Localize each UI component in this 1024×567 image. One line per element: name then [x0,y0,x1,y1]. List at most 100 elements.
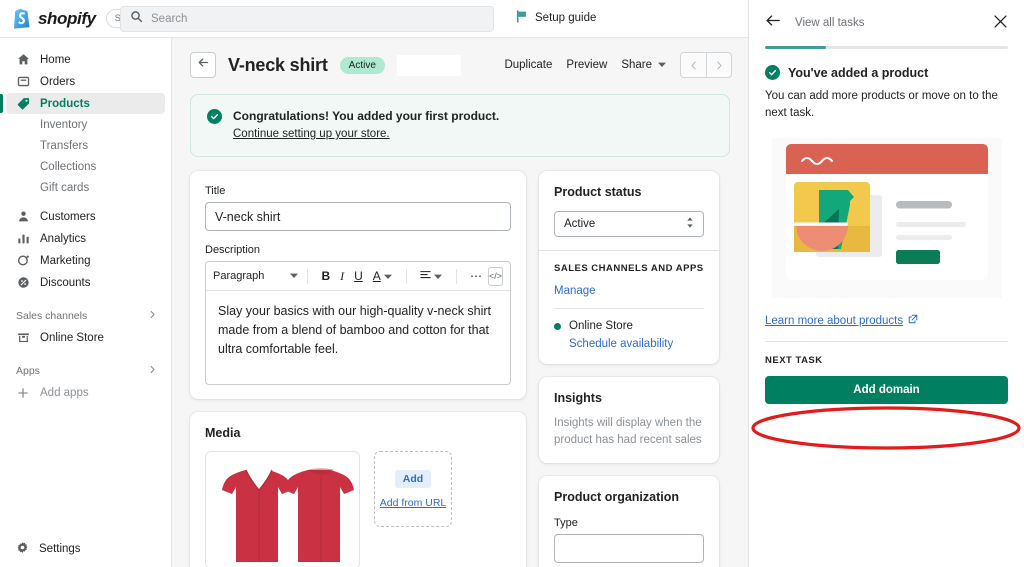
home-icon [16,53,30,67]
block-format-select[interactable]: Paragraph [213,270,298,282]
product-status-card: Product status Active SALES CHANNELS AND… [539,171,719,364]
card-divider [539,250,719,251]
sidebar-item-settings[interactable]: Settings [0,541,171,557]
share-button[interactable]: Share [621,59,666,71]
sidebar-settings-label: Settings [39,543,81,555]
arrow-left-icon [197,56,210,74]
italic-button[interactable]: I [335,269,349,284]
sidebar-section-label: Sales channels [16,310,87,322]
media-title: Media [205,426,511,440]
sidebar-item-label: Products [40,98,90,110]
check-circle-icon [765,65,780,80]
main-content: V-neck shirt Active Duplicate Preview Sh… [172,38,748,567]
search-placeholder: Search [151,13,187,25]
sidebar-item-customers[interactable]: Customers [6,206,165,227]
shopify-wordmark: shopify [38,9,96,29]
text-color-letter: A [373,269,381,283]
add-domain-button[interactable]: Add domain [765,376,1008,404]
sidebar-item-collections[interactable]: Collections [6,157,165,177]
status-badge: Active [340,57,385,74]
add-from-url-link[interactable]: Add from URL [380,497,447,509]
bold-button[interactable]: B [316,269,335,283]
sidebar-item-products[interactable]: Products [6,93,165,114]
pager-prev-button[interactable] [681,53,706,77]
underline-button[interactable]: U [349,269,368,283]
align-button[interactable] [415,269,447,283]
tag-icon [16,97,30,111]
sidebar-item-analytics[interactable]: Analytics [6,228,165,249]
record-pager [680,52,732,78]
view-all-tasks-link[interactable]: View all tasks [795,17,864,29]
sidebar-item-transfers[interactable]: Transfers [6,136,165,156]
shopify-logo[interactable]: shopify [0,8,96,29]
task-description: You can add more products or move on to … [765,88,1008,122]
sidebar-item-online-store[interactable]: Online Store [6,327,165,348]
search-input[interactable]: Search [120,6,494,32]
title-input[interactable]: V-neck shirt [205,202,511,231]
right-column: Product status Active SALES CHANNELS AND… [539,171,719,567]
sidebar-item-discounts[interactable]: Discounts [6,272,165,293]
channels-divider [554,308,704,309]
duplicate-button[interactable]: Duplicate [504,59,552,71]
align-left-icon [420,269,431,283]
description-field-label: Description [205,244,511,256]
product-details-card: Title V-neck shirt Description Paragraph [190,171,526,399]
sidebar-section-sales-channels[interactable]: Sales channels [6,307,165,325]
sidebar-item-label: Online Store [40,332,104,344]
next-task-label: NEXT TASK [765,355,1008,366]
add-media-button[interactable]: Add [395,470,431,488]
page-header: V-neck shirt Active Duplicate Preview Sh… [172,38,748,78]
back-button[interactable] [190,52,216,78]
sales-channels-heading: SALES CHANNELS AND APPS [554,263,704,274]
panel-divider [765,341,1008,342]
learn-more-link[interactable]: Learn more about products [765,314,1008,327]
channel-name: Online Store [569,320,633,332]
schedule-availability-link[interactable]: Schedule availability [569,338,704,350]
sidebar-item-inventory[interactable]: Inventory [6,115,165,135]
media-dropzone[interactable]: Add Add from URL [374,451,452,527]
channel-row: Online Store [554,320,704,332]
chevron-right-icon [148,365,157,377]
sidebar-item-gift-cards[interactable]: Gift cards [6,178,165,198]
left-column: Title V-neck shirt Description Paragraph [190,171,526,567]
gear-icon [16,541,29,557]
task-panel-body: You've added a product You can add more … [749,49,1024,404]
pager-next-button[interactable] [706,53,731,77]
bar-chart-icon [16,232,30,246]
sidebar-section-apps[interactable]: Apps [6,362,165,380]
sidebar-item-home[interactable]: Home [6,49,165,70]
code-icon[interactable]: </> [488,267,503,286]
type-input[interactable] [554,534,704,563]
close-icon[interactable] [993,14,1008,33]
arrow-left-icon[interactable] [765,13,781,33]
setup-guide-label: Setup guide [535,12,596,24]
top-bar: shopify Summe Search Setup guide [0,0,748,38]
sidebar-item-label: Orders [40,76,75,88]
product-status-select[interactable]: Active [554,211,704,237]
text-color-button[interactable]: A [368,269,397,283]
megaphone-icon [16,254,30,268]
sidebar-item-marketing[interactable]: Marketing [6,250,165,271]
sidebar-item-label: Add apps [40,387,89,399]
channel-status-dot [554,323,561,330]
manage-channels-link[interactable]: Manage [554,285,704,297]
caret-down-icon [384,269,392,283]
preview-button[interactable]: Preview [566,59,607,71]
discount-icon [16,276,30,290]
primary-nav: Home Orders Products [0,38,171,403]
success-banner: Congratulations! You added your first pr… [190,94,730,157]
flag-icon [516,10,528,26]
sidebar-item-orders[interactable]: Orders [6,71,165,92]
sidebar-item-add-apps[interactable]: Add apps [6,382,165,403]
product-organization-title: Product organization [554,490,704,504]
sidebar-item-label: Marketing [40,255,91,267]
description-text[interactable]: Slay your basics with our high-quality v… [206,291,510,384]
banner-link[interactable]: Continue setting up your store. [233,128,390,140]
external-link-icon [908,314,918,327]
header-blank-region [397,55,461,76]
product-status-value: Active [564,218,595,230]
media-thumbnail[interactable] [205,451,360,567]
sidebar-section-label: Apps [16,365,40,377]
ellipsis-icon[interactable]: ⋯ [465,269,488,283]
setup-guide-button[interactable]: Setup guide [516,10,596,26]
